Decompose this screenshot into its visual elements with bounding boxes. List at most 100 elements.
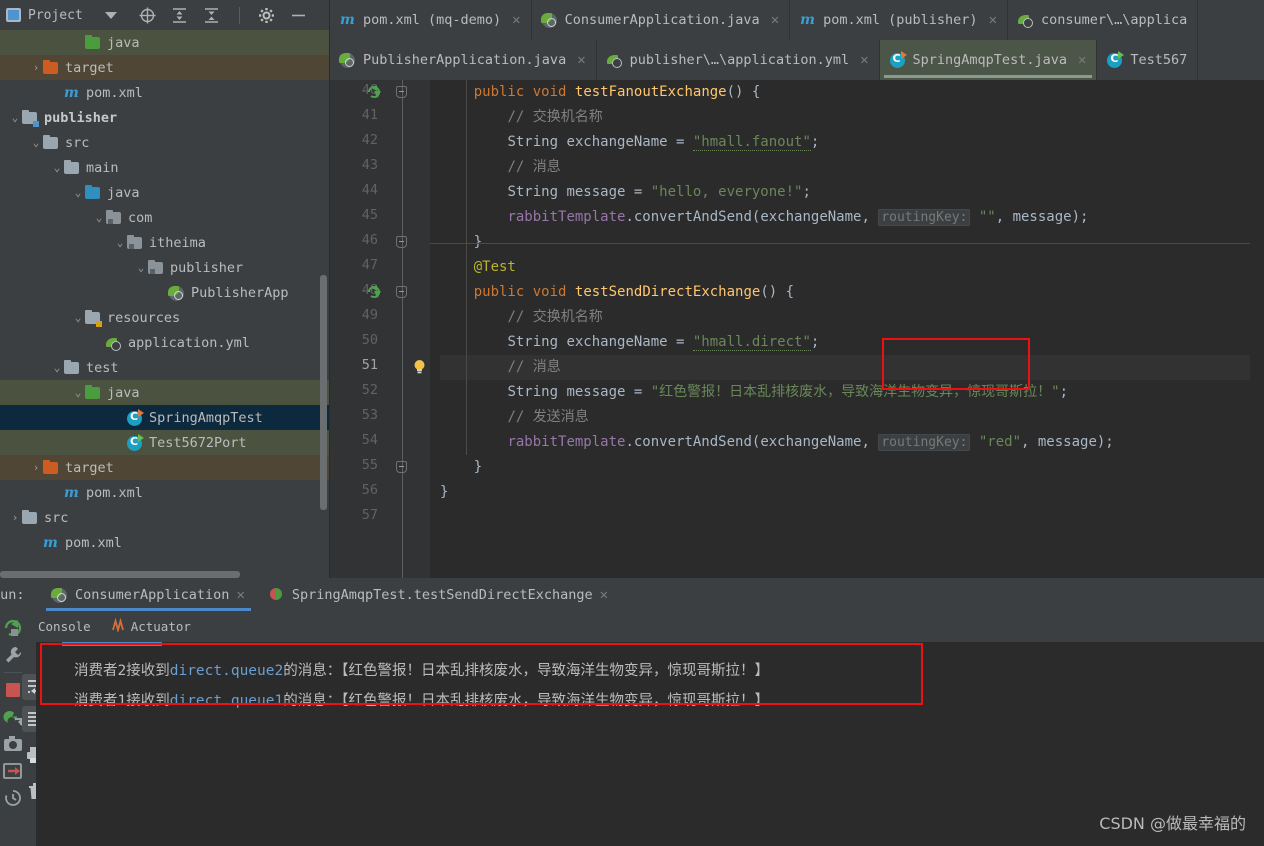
gutter-line-54[interactable]: 54 bbox=[330, 430, 430, 455]
run-tab-consumerapplication[interactable]: ConsumerApplication ✕ bbox=[40, 578, 257, 612]
tree-expand-arrow[interactable]: ⌄ bbox=[71, 386, 85, 399]
tree-node-target[interactable]: › target bbox=[0, 455, 329, 480]
chevron-down-icon[interactable] bbox=[104, 11, 117, 19]
gutter-line-51[interactable]: 51 bbox=[330, 355, 430, 380]
tree-node-test5672port[interactable]: ›Test5672Port bbox=[0, 430, 329, 455]
code-line-42[interactable]: String exchangeName = "hmall.fanout"; bbox=[440, 130, 1264, 155]
tree-node-pom-xml[interactable]: ›mpom.xml bbox=[0, 530, 329, 555]
fold-marker[interactable] bbox=[396, 461, 407, 473]
editor-tab-pom-xml--mq-demo-[interactable]: m pom.xml (mq-demo) ✕ bbox=[330, 0, 532, 40]
tree-node-com[interactable]: ⌄ com bbox=[0, 205, 329, 230]
intention-bulb-icon[interactable] bbox=[412, 359, 427, 375]
tree-node-application-yml[interactable]: ›application.yml bbox=[0, 330, 329, 355]
code-line-57[interactable] bbox=[440, 505, 1264, 530]
thread-dump-icon[interactable] bbox=[2, 706, 24, 728]
code-line-47[interactable]: @Test bbox=[440, 255, 1264, 280]
gutter-line-47[interactable]: 47 bbox=[330, 255, 430, 280]
tree-node-resources[interactable]: ⌄ resources bbox=[0, 305, 329, 330]
tree-expand-arrow[interactable]: ⌄ bbox=[92, 211, 106, 224]
editor-gutter[interactable]: 40 41 42 43 44 45 46 47 48 49 50 51 52 53 54 55 56 57 bbox=[330, 80, 430, 578]
gutter-line-41[interactable]: 41 bbox=[330, 105, 430, 130]
gutter-line-40[interactable]: 40 bbox=[330, 80, 430, 105]
close-icon[interactable]: ✕ bbox=[989, 12, 997, 28]
project-tree-hscrollbar[interactable] bbox=[0, 571, 240, 578]
run-gutter-icon[interactable] bbox=[366, 84, 382, 100]
run-gutter-icon[interactable] bbox=[366, 284, 382, 300]
close-icon[interactable]: ✕ bbox=[860, 52, 868, 68]
tree-node-publisher[interactable]: ⌄ publisher bbox=[0, 255, 329, 280]
close-icon[interactable]: ✕ bbox=[236, 587, 244, 603]
tree-node-target[interactable]: › target bbox=[0, 55, 329, 80]
gutter-line-46[interactable]: 46 bbox=[330, 230, 430, 255]
locate-icon[interactable] bbox=[139, 6, 157, 24]
run-subtabs[interactable]: Console Actuator bbox=[0, 612, 1264, 640]
tree-node-springamqptest[interactable]: ›SpringAmqpTest bbox=[0, 405, 329, 430]
gutter-line-52[interactable]: 52 bbox=[330, 380, 430, 405]
run-tabs[interactable]: ConsumerApplication ✕ SpringAmqpTest.testS… bbox=[40, 578, 620, 612]
code-line-53[interactable]: // 发送消息 bbox=[440, 405, 1264, 430]
subtab-console[interactable]: Console bbox=[38, 619, 91, 634]
tree-node-test[interactable]: ⌄ test bbox=[0, 355, 329, 380]
editor-right-gutter[interactable] bbox=[1250, 160, 1264, 578]
hide-icon[interactable] bbox=[290, 6, 308, 24]
gutter-line-57[interactable]: 57 bbox=[330, 505, 430, 530]
tree-node-publisherapp[interactable]: ›PublisherApp bbox=[0, 280, 329, 305]
editor-tab-consumerapplication-java[interactable]: ConsumerApplication.java ✕ bbox=[531, 0, 791, 40]
editor-tab-row-2[interactable]: PublisherApplication.java ✕ publisher\…\ap… bbox=[330, 40, 1264, 80]
gutter-line-50[interactable]: 50 bbox=[330, 330, 430, 355]
tree-node-main[interactable]: ⌄ main bbox=[0, 155, 329, 180]
close-icon[interactable]: ✕ bbox=[771, 12, 779, 28]
code-line-51[interactable]: // 消息 bbox=[440, 355, 1264, 380]
fold-marker[interactable] bbox=[396, 86, 407, 98]
subtab-actuator[interactable]: Actuator bbox=[111, 617, 191, 635]
tree-node-itheima[interactable]: ⌄ itheima bbox=[0, 230, 329, 255]
tree-node-pom-xml[interactable]: ›mpom.xml bbox=[0, 80, 329, 105]
rerun-icon[interactable] bbox=[2, 617, 24, 639]
tree-node-src[interactable]: › src bbox=[0, 505, 329, 530]
code-line-40[interactable]: public void testFanoutExchange() { bbox=[440, 80, 1264, 105]
tree-node-java[interactable]: ⌄ java bbox=[0, 380, 329, 405]
tree-expand-arrow[interactable]: ⌄ bbox=[50, 161, 64, 174]
code-line-43[interactable]: // 消息 bbox=[440, 155, 1264, 180]
camera-icon[interactable] bbox=[2, 733, 24, 755]
tree-node-java[interactable]: ⌄ java bbox=[0, 180, 329, 205]
code-line-54[interactable]: rabbitTemplate.convertAndSend(exchangeNa… bbox=[440, 430, 1264, 455]
code-line-49[interactable]: // 交换机名称 bbox=[440, 305, 1264, 330]
expand-all-icon[interactable] bbox=[171, 6, 189, 24]
gutter-line-48[interactable]: 48 bbox=[330, 280, 430, 305]
gutter-line-45[interactable]: 45 bbox=[330, 205, 430, 230]
code-line-55[interactable]: } bbox=[440, 455, 1264, 480]
project-tree[interactable]: ›java›target›mpom.xml⌄publisher⌄src⌄main… bbox=[0, 30, 329, 578]
tree-expand-arrow[interactable]: ⌄ bbox=[8, 111, 22, 124]
close-icon[interactable]: ✕ bbox=[577, 52, 585, 68]
gutter-line-53[interactable]: 53 bbox=[330, 405, 430, 430]
code-line-50[interactable]: String exchangeName = "hmall.direct"; bbox=[440, 330, 1264, 355]
code-line-52[interactable]: String message = "红色警报！日本乱排核废水，导致海洋生物变异，… bbox=[440, 380, 1264, 405]
editor-tab-publisher---application-yml[interactable]: publisher\…\application.yml ✕ bbox=[596, 40, 880, 80]
tree-expand-arrow[interactable]: ⌄ bbox=[50, 361, 64, 374]
fold-marker[interactable] bbox=[396, 236, 407, 248]
tree-expand-arrow[interactable]: › bbox=[29, 61, 43, 74]
code-text-area[interactable]: public void testFanoutExchange() { // 交换… bbox=[430, 80, 1264, 578]
gear-icon[interactable] bbox=[258, 6, 276, 24]
gutter-line-55[interactable]: 55 bbox=[330, 455, 430, 480]
collapse-all-icon[interactable] bbox=[203, 6, 221, 24]
close-icon[interactable]: ✕ bbox=[1078, 52, 1086, 68]
code-line-45[interactable]: rabbitTemplate.convertAndSend(exchangeNa… bbox=[440, 205, 1264, 230]
gutter-line-49[interactable]: 49 bbox=[330, 305, 430, 330]
editor-tab-test567[interactable]: Test567 bbox=[1097, 40, 1199, 80]
gutter-line-56[interactable]: 56 bbox=[330, 480, 430, 505]
tree-node-src[interactable]: ⌄ src bbox=[0, 130, 329, 155]
tree-expand-arrow[interactable]: › bbox=[8, 511, 22, 524]
editor-tab-pom-xml--publisher-[interactable]: m pom.xml (publisher) ✕ bbox=[790, 0, 1008, 40]
wrench-icon[interactable] bbox=[2, 644, 24, 666]
gutter-line-42[interactable]: 42 bbox=[330, 130, 430, 155]
editor-tab-springamqptest-java[interactable]: SpringAmqpTest.java ✕ bbox=[879, 40, 1098, 80]
run-tab-springamqptest-testsenddirectexchange[interactable]: SpringAmqpTest.testSendDirectExchange ✕ bbox=[257, 578, 620, 612]
code-line-41[interactable]: // 交换机名称 bbox=[440, 105, 1264, 130]
code-editor[interactable]: 40 41 42 43 44 45 46 47 48 49 50 51 52 53 54 55 56 57 pub… bbox=[330, 80, 1264, 578]
editor-tab-publisherapplication-java[interactable]: PublisherApplication.java ✕ bbox=[330, 40, 597, 80]
tree-expand-arrow[interactable]: ⌄ bbox=[71, 186, 85, 199]
tree-node-java[interactable]: ›java bbox=[0, 30, 329, 55]
exit-icon[interactable] bbox=[2, 760, 24, 782]
